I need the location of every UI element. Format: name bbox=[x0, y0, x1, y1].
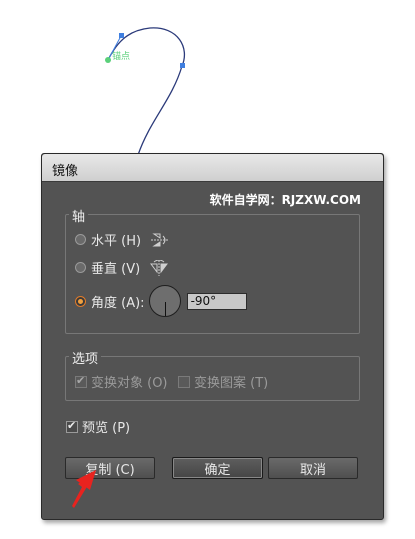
vertical-label: 垂直 (V) bbox=[91, 262, 141, 277]
annotation-arrow-icon bbox=[72, 470, 96, 508]
anchor-point-start[interactable] bbox=[105, 57, 111, 63]
vertical-axis-icon bbox=[150, 259, 169, 276]
transform-patterns-option[interactable]: 变换图案 (T) bbox=[178, 372, 268, 391]
artboard-path: 锚点 bbox=[105, 27, 186, 156]
vertical-radio[interactable] bbox=[75, 262, 86, 273]
angle-label: 角度 (A): bbox=[91, 295, 145, 311]
angle-dial-icon[interactable] bbox=[148, 285, 181, 317]
transform-objects-label: 变换对象 (O) bbox=[91, 376, 168, 391]
preview-option[interactable]: 预览 (P) bbox=[66, 417, 130, 436]
transform-objects-option[interactable]: 变换对象 (O) bbox=[75, 372, 168, 391]
anchor-label: 锚点 bbox=[112, 50, 130, 62]
axis-group-label: 轴 bbox=[69, 206, 89, 225]
dialog-title: 镜像 bbox=[52, 164, 79, 179]
axis-option-horizontal[interactable]: 水平 (H) bbox=[75, 230, 170, 249]
transform-patterns-label: 变换图案 (T) bbox=[194, 376, 269, 391]
dialog-titlebar[interactable]: 镜像 bbox=[42, 154, 383, 182]
transform-patterns-checkbox[interactable] bbox=[178, 375, 190, 388]
preview-checkbox[interactable] bbox=[66, 419, 78, 433]
horizontal-radio[interactable] bbox=[75, 234, 86, 245]
options-group-label: 选项 bbox=[69, 348, 102, 367]
ok-button-label: 确定 bbox=[204, 462, 231, 478]
axis-option-angle[interactable]: 角度 (A): bbox=[75, 285, 247, 317]
angle-radio[interactable] bbox=[75, 295, 86, 307]
cancel-button[interactable]: 取消 bbox=[268, 457, 358, 479]
angle-input[interactable] bbox=[186, 292, 247, 310]
transform-objects-checkbox[interactable] bbox=[75, 374, 87, 388]
reflect-dialog: 镜像 软件自学网：RJZXW.COM 轴 水平 (H) 垂直 (V) 角度 (A… bbox=[41, 153, 384, 520]
anchor-point-right[interactable] bbox=[180, 63, 185, 68]
anchor-point-top[interactable] bbox=[119, 33, 124, 38]
cancel-button-label: 取消 bbox=[299, 462, 326, 478]
ok-button[interactable]: 确定 bbox=[172, 457, 263, 479]
bezier-path bbox=[107, 27, 186, 156]
watermark-text: 软件自学网：RJZXW.COM bbox=[209, 193, 361, 207]
horizontal-axis-icon bbox=[151, 233, 170, 246]
preview-label: 预览 (P) bbox=[82, 421, 131, 436]
axis-option-vertical[interactable]: 垂直 (V) bbox=[75, 258, 169, 277]
horizontal-label: 水平 (H) bbox=[91, 234, 142, 249]
